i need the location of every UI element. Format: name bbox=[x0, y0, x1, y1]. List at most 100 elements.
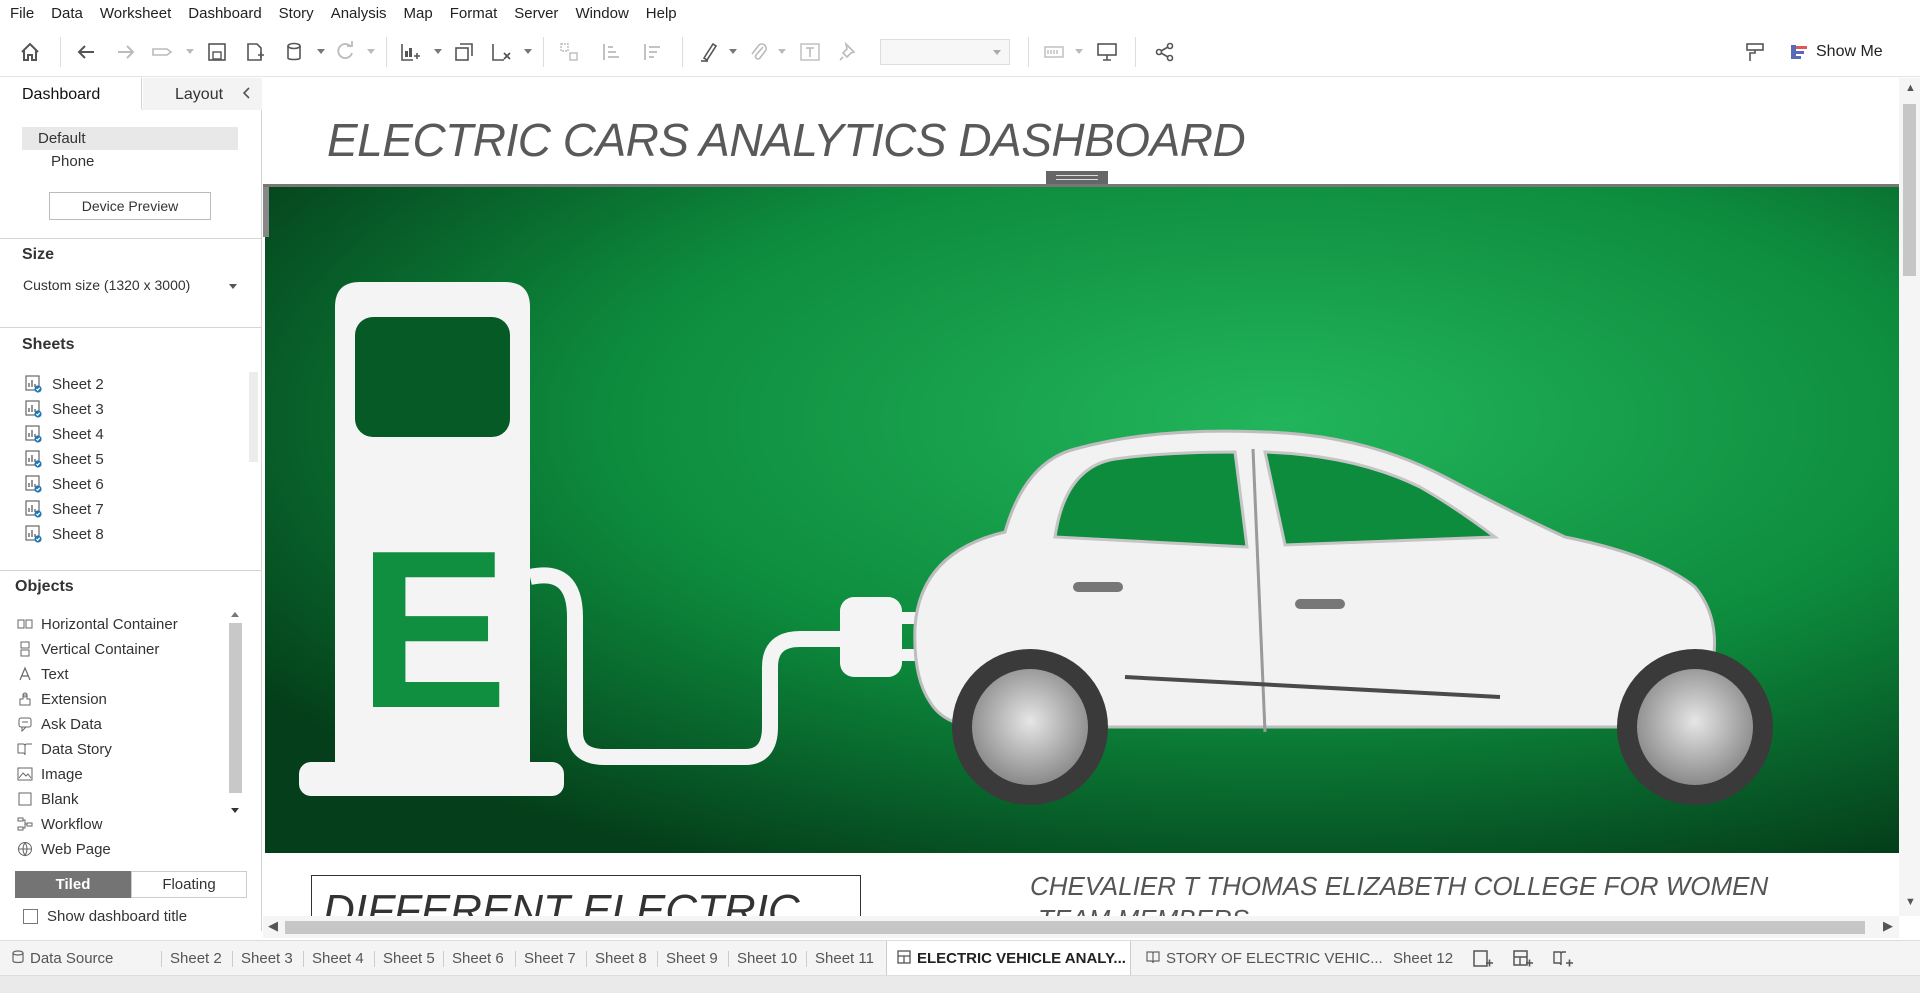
object-item[interactable]: Workflow bbox=[17, 814, 102, 834]
sheet-list-item[interactable]: Sheet 2 bbox=[25, 374, 104, 394]
sheets-scrollbar[interactable] bbox=[249, 372, 258, 462]
tab-dashboard[interactable]: Dashboard bbox=[0, 78, 142, 111]
chevron-down-icon[interactable] bbox=[367, 49, 375, 54]
fit-dropdown[interactable] bbox=[880, 39, 1010, 65]
scroll-right-icon[interactable]: ▶ bbox=[1883, 918, 1893, 934]
new-story-icon[interactable] bbox=[1552, 948, 1574, 970]
menu-map[interactable]: Map bbox=[404, 5, 433, 22]
show-labels-icon[interactable] bbox=[1043, 41, 1065, 63]
sheet-tab[interactable]: Sheet 7 bbox=[524, 941, 576, 976]
pin-icon[interactable] bbox=[838, 41, 860, 63]
horizontal-scrollbar[interactable]: ◀ ▶ bbox=[263, 916, 1899, 938]
menu-story[interactable]: Story bbox=[279, 5, 314, 22]
chevron-down-icon[interactable] bbox=[1075, 49, 1083, 54]
dashboard-title[interactable]: ELECTRIC CARS ANALYTICS DASHBOARD bbox=[327, 113, 1246, 167]
duplicate-sheet-icon[interactable] bbox=[453, 41, 475, 63]
save-icon[interactable] bbox=[206, 41, 228, 63]
pause-updates-icon[interactable] bbox=[151, 41, 173, 63]
format-painter-icon[interactable] bbox=[1744, 41, 1766, 63]
chevron-down-icon[interactable] bbox=[229, 284, 237, 289]
sort-ascending-icon[interactable] bbox=[600, 41, 622, 63]
chevron-down-icon[interactable] bbox=[524, 49, 532, 54]
sheet-tab[interactable]: Sheet 8 bbox=[595, 941, 647, 976]
tiled-button[interactable]: Tiled bbox=[15, 871, 131, 898]
refresh-icon[interactable] bbox=[334, 41, 356, 63]
sheet-tab[interactable]: Sheet 4 bbox=[312, 941, 364, 976]
sort-descending-icon[interactable] bbox=[641, 41, 663, 63]
sheet-list-item[interactable]: Sheet 6 bbox=[25, 474, 104, 494]
sheet-tab[interactable]: Sheet 6 bbox=[452, 941, 504, 976]
sheet-list-item[interactable]: Sheet 3 bbox=[25, 399, 104, 419]
scroll-thumb[interactable] bbox=[1903, 104, 1916, 276]
container-drag-handle[interactable] bbox=[1046, 171, 1108, 184]
tab-data-source[interactable]: Data Source bbox=[12, 941, 113, 976]
swap-icon[interactable] bbox=[558, 41, 580, 63]
sheet-tab[interactable]: Sheet 5 bbox=[383, 941, 435, 976]
floating-button[interactable]: Floating bbox=[131, 871, 247, 898]
text-label-icon[interactable] bbox=[799, 41, 821, 63]
menu-worksheet[interactable]: Worksheet bbox=[100, 5, 171, 22]
show-title-checkbox[interactable] bbox=[23, 909, 38, 924]
chevron-down-icon[interactable] bbox=[434, 49, 442, 54]
home-icon[interactable] bbox=[19, 41, 41, 63]
sheet-list-item[interactable]: Sheet 5 bbox=[25, 449, 104, 469]
scroll-thumb[interactable] bbox=[285, 921, 1865, 934]
categories-heading-box[interactable]: DIFFERENT ELECTRIC bbox=[311, 875, 861, 916]
scroll-down-icon[interactable]: ▼ bbox=[1905, 896, 1916, 908]
object-item[interactable]: Data Story bbox=[17, 739, 112, 759]
chevron-down-icon[interactable] bbox=[186, 49, 194, 54]
menu-data[interactable]: Data bbox=[51, 5, 83, 22]
tab-sheet-12[interactable]: Sheet 12 bbox=[1393, 941, 1453, 976]
sheet-tab[interactable]: Sheet 2 bbox=[170, 941, 222, 976]
object-item[interactable]: Vertical Container bbox=[17, 639, 159, 659]
sheet-list-item[interactable]: Sheet 8 bbox=[25, 524, 104, 544]
tab-electric-vehicle-dashboard[interactable]: ELECTRIC VEHICLE ANALY... bbox=[886, 941, 1131, 976]
device-default[interactable]: Default bbox=[22, 127, 238, 150]
sheet-tab[interactable]: Sheet 11 bbox=[815, 941, 874, 976]
tab-story[interactable]: STORY OF ELECTRIC VEHIC... bbox=[1146, 941, 1383, 976]
chevron-down-icon[interactable] bbox=[729, 49, 737, 54]
sheet-tab[interactable]: Sheet 10 bbox=[737, 941, 797, 976]
collapse-pane-icon[interactable] bbox=[240, 86, 254, 100]
menu-dashboard[interactable]: Dashboard bbox=[188, 5, 261, 22]
show-dashboard-title-toggle[interactable]: Show dashboard title bbox=[23, 908, 187, 925]
device-preview-button[interactable]: Device Preview bbox=[49, 192, 211, 220]
vertical-scrollbar[interactable]: ▲ ▼ bbox=[1899, 78, 1920, 916]
undo-icon[interactable] bbox=[75, 41, 97, 63]
menu-server[interactable]: Server bbox=[514, 5, 558, 22]
menu-window[interactable]: Window bbox=[575, 5, 628, 22]
scroll-up-icon[interactable]: ▲ bbox=[1905, 82, 1916, 94]
menu-analysis[interactable]: Analysis bbox=[331, 5, 387, 22]
chevron-down-icon[interactable] bbox=[778, 49, 786, 54]
object-item[interactable]: Text bbox=[17, 664, 69, 684]
share-icon[interactable] bbox=[1154, 41, 1176, 63]
menu-help[interactable]: Help bbox=[646, 5, 677, 22]
menu-file[interactable]: File bbox=[10, 5, 34, 22]
object-item[interactable]: Image bbox=[17, 764, 83, 784]
sheet-tab[interactable]: Sheet 9 bbox=[666, 941, 718, 976]
object-item[interactable]: Horizontal Container bbox=[17, 614, 178, 634]
sheet-list-item[interactable]: Sheet 7 bbox=[25, 499, 104, 519]
menu-format[interactable]: Format bbox=[450, 5, 498, 22]
highlight-icon[interactable] bbox=[698, 41, 720, 63]
sheet-tab[interactable]: Sheet 3 bbox=[241, 941, 293, 976]
object-item[interactable]: Ask Data bbox=[17, 714, 102, 734]
new-dashboard-icon[interactable] bbox=[1512, 948, 1534, 970]
objects-scrollbar[interactable] bbox=[228, 608, 243, 858]
object-item[interactable]: Extension bbox=[17, 689, 107, 709]
college-name[interactable]: CHEVALIER T THOMAS ELIZABETH COLLEGE FOR… bbox=[1030, 871, 1768, 902]
chevron-down-icon[interactable] bbox=[317, 49, 325, 54]
attach-icon[interactable] bbox=[748, 41, 770, 63]
object-item[interactable]: Blank bbox=[17, 789, 79, 809]
database-icon[interactable] bbox=[284, 41, 306, 63]
ev-charging-image[interactable]: E bbox=[265, 187, 1899, 853]
new-worksheet-icon[interactable] bbox=[1472, 948, 1494, 970]
size-dropdown[interactable]: Custom size (1320 x 3000) bbox=[23, 277, 190, 293]
object-item[interactable]: Web Page bbox=[17, 839, 111, 859]
clear-sheet-icon[interactable] bbox=[490, 41, 512, 63]
redo-icon[interactable] bbox=[115, 41, 137, 63]
presentation-mode-icon[interactable] bbox=[1096, 41, 1118, 63]
scroll-thumb[interactable] bbox=[229, 623, 242, 793]
scroll-left-icon[interactable]: ◀ bbox=[268, 918, 278, 934]
scroll-down-icon[interactable] bbox=[231, 808, 239, 813]
